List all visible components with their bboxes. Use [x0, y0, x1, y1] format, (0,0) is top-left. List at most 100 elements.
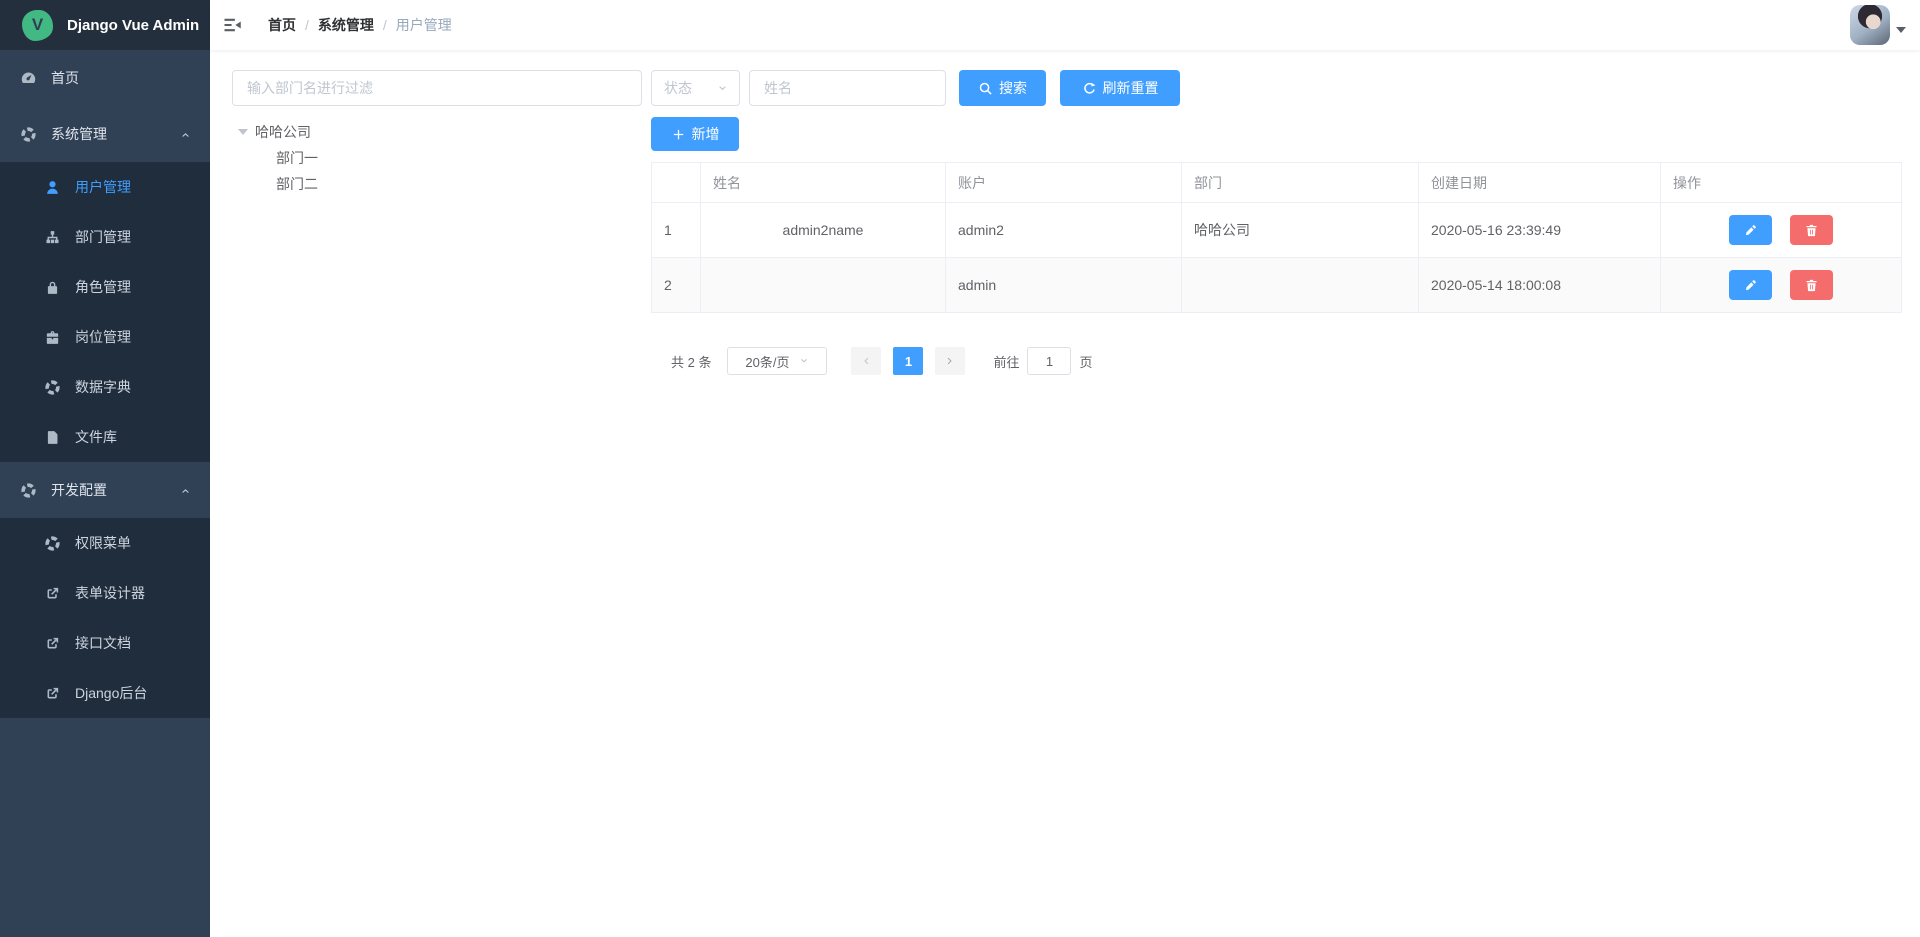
cell-index: 2: [652, 258, 701, 313]
refresh-reset-button[interactable]: 刷新重置: [1060, 70, 1180, 106]
sidebar-item-label: 权限菜单: [75, 533, 131, 553]
col-account: 账户: [946, 163, 1182, 203]
sidebar-item-departments[interactable]: 部门管理: [0, 212, 210, 262]
goto-label: 前往: [993, 352, 1019, 371]
user-table: 姓名 账户 部门 创建日期 操作 1 admin2name admin2 哈哈公: [651, 162, 1902, 313]
goto-page-input[interactable]: [1027, 347, 1071, 375]
search-icon: [978, 81, 993, 96]
user-panel: 状态 搜索: [651, 70, 1902, 937]
app-title: Django Vue Admin: [67, 17, 199, 34]
sidebar-item-permission-menu[interactable]: 权限菜单: [0, 518, 210, 568]
sidebar-item-label: 角色管理: [75, 277, 131, 297]
breadcrumb-separator: /: [383, 17, 387, 33]
sidebar-item-label: 部门管理: [75, 227, 131, 247]
cell-account: admin: [946, 258, 1182, 313]
cell-department: 哈哈公司: [1182, 203, 1419, 258]
tree-node-label: 哈哈公司: [255, 122, 311, 142]
sidebar-item-dictionary[interactable]: 数据字典: [0, 362, 210, 412]
sidebar-item-roles[interactable]: 角色管理: [0, 262, 210, 312]
cell-created: 2020-05-16 23:39:49: [1419, 203, 1661, 258]
department-tree: 哈哈公司 部门一 部门二: [232, 119, 642, 197]
external-link-icon: [44, 635, 61, 652]
status-select[interactable]: 状态: [651, 70, 740, 106]
cell-actions: [1661, 258, 1902, 313]
tree-node-dept1[interactable]: 部门一: [232, 145, 642, 171]
search-button[interactable]: 搜索: [959, 70, 1046, 106]
table-row: 1 admin2name admin2 哈哈公司 2020-05-16 23:3…: [652, 203, 1902, 258]
next-page-button[interactable]: [935, 347, 965, 375]
chevron-down-icon: [716, 82, 729, 95]
component-icon: [44, 379, 61, 396]
add-button[interactable]: 新增: [651, 117, 739, 151]
breadcrumb: 首页 / 系统管理 / 用户管理: [268, 15, 452, 35]
edit-icon: [1743, 278, 1758, 293]
sidebar-item-files[interactable]: 文件库: [0, 412, 210, 462]
sidebar-item-label: 系统管理: [51, 124, 107, 144]
sidebar-item-django-admin[interactable]: Django后台: [0, 668, 210, 718]
submenu-system: 用户管理 部门管理 角色管理: [0, 162, 210, 462]
external-link-icon: [44, 585, 61, 602]
sidebar-item-label: 接口文档: [75, 633, 131, 653]
page-size-value: 20条/页: [745, 352, 789, 371]
edit-button[interactable]: [1729, 270, 1772, 300]
sidebar-item-label: 开发配置: [51, 480, 107, 500]
trash-icon: [1804, 278, 1819, 293]
cell-actions: [1661, 203, 1902, 258]
breadcrumb-separator: /: [305, 17, 309, 33]
tree-node-company[interactable]: 哈哈公司: [232, 119, 642, 145]
cell-name: [701, 258, 946, 313]
department-filter-input[interactable]: [232, 70, 642, 106]
avatar[interactable]: [1850, 5, 1890, 45]
page-size-select[interactable]: 20条/页: [727, 347, 827, 375]
sidebar-item-label: 首页: [51, 68, 79, 88]
app-logo-icon: V: [22, 10, 53, 41]
sidebar-item-label: 文件库: [75, 427, 117, 447]
dashboard-icon: [20, 70, 37, 87]
pagination: 共 2 条 20条/页 1 前往: [651, 347, 1902, 375]
filter-row: 状态 搜索: [651, 70, 1902, 106]
cell-name: admin2name: [701, 203, 946, 258]
col-actions: 操作: [1661, 163, 1902, 203]
col-department: 部门: [1182, 163, 1419, 203]
breadcrumb-home[interactable]: 首页: [268, 15, 296, 35]
sidebar-item-users[interactable]: 用户管理: [0, 162, 210, 212]
chevron-up-icon: [179, 484, 192, 497]
col-name: 姓名: [701, 163, 946, 203]
tree-node-label: 部门二: [276, 174, 318, 194]
tree-node-label: 部门一: [276, 148, 318, 168]
component-icon: [44, 535, 61, 552]
delete-button[interactable]: [1790, 270, 1833, 300]
sidebar-item-posts[interactable]: 岗位管理: [0, 312, 210, 362]
sidebar-item-label: 用户管理: [75, 177, 131, 197]
sidebar-item-home[interactable]: 首页: [0, 50, 210, 106]
external-link-icon: [44, 685, 61, 702]
sidebar-submenu-devconfig[interactable]: 开发配置: [0, 462, 210, 518]
cell-created: 2020-05-14 18:00:08: [1419, 258, 1661, 313]
caret-down-icon[interactable]: [1896, 27, 1906, 33]
sidebar-item-form-designer[interactable]: 表单设计器: [0, 568, 210, 618]
lock-icon: [44, 279, 61, 296]
add-button-label: 新增: [692, 124, 720, 144]
status-select-placeholder: 状态: [664, 78, 692, 98]
edit-icon: [1743, 223, 1758, 238]
sidebar-submenu-system[interactable]: 系统管理: [0, 106, 210, 162]
cell-department: [1182, 258, 1419, 313]
tree-caret-icon[interactable]: [238, 129, 248, 135]
edit-button[interactable]: [1729, 215, 1772, 245]
breadcrumb-system[interactable]: 系统管理: [318, 15, 374, 35]
sidebar-item-label: 岗位管理: [75, 327, 131, 347]
hamburger-icon[interactable]: [222, 15, 242, 35]
page-content: 哈哈公司 部门一 部门二 状态: [210, 50, 1920, 937]
name-input[interactable]: [749, 70, 946, 106]
col-index: [652, 163, 701, 203]
submenu-devconfig: 权限菜单 表单设计器 接口文档: [0, 518, 210, 718]
cell-index: 1: [652, 203, 701, 258]
sidebar-item-api-docs[interactable]: 接口文档: [0, 618, 210, 668]
prev-page-button[interactable]: [851, 347, 881, 375]
delete-button[interactable]: [1790, 215, 1833, 245]
sidebar-item-label: 数据字典: [75, 377, 131, 397]
page-number-1[interactable]: 1: [893, 347, 923, 375]
tree-node-dept2[interactable]: 部门二: [232, 171, 642, 197]
briefcase-icon: [44, 329, 61, 346]
component-icon: [20, 126, 37, 143]
